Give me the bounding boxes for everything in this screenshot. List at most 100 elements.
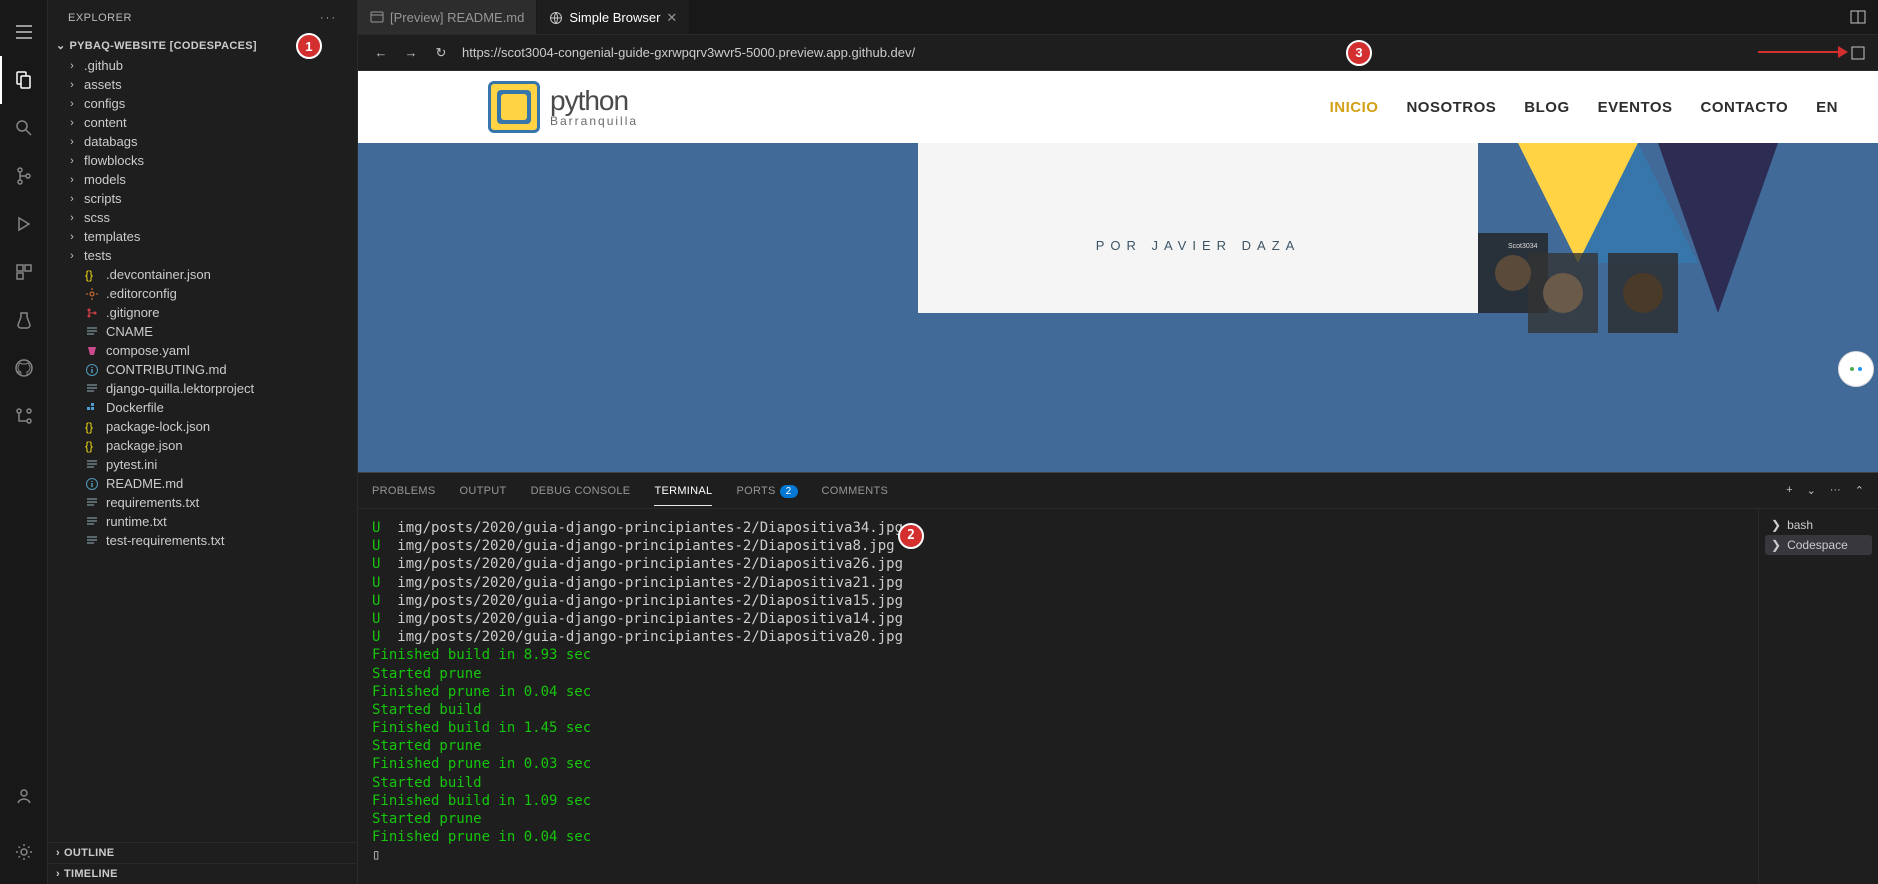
- nav-en[interactable]: EN: [1816, 99, 1838, 116]
- tab-ports[interactable]: PORTS2: [736, 485, 797, 497]
- explorer-title: EXPLORER: [68, 12, 132, 24]
- python-logo-icon: [488, 81, 540, 133]
- file-django-quilla.lektorproject[interactable]: django-quilla.lektorproject: [58, 379, 357, 398]
- folder-.github[interactable]: ›.github: [58, 56, 357, 75]
- ports-badge: 2: [780, 485, 798, 498]
- folder-scss[interactable]: ›scss: [58, 208, 357, 227]
- browser-toolbar: ← → ↻ https://scot3004-congenial-guide-g…: [358, 35, 1878, 71]
- lines-icon: [84, 382, 100, 396]
- tab-debug-console[interactable]: DEBUG CONSOLE: [531, 485, 631, 497]
- terminal-cursor: ▯: [372, 846, 1744, 864]
- svg-text:{}: {}: [85, 268, 93, 282]
- tab-comments[interactable]: COMMENTS: [822, 485, 889, 497]
- folder-flowblocks[interactable]: ›flowblocks: [58, 151, 357, 170]
- source-control-icon[interactable]: [0, 152, 48, 200]
- terminal-maximize-icon[interactable]: ⌃: [1855, 484, 1864, 497]
- outline-section[interactable]: ›OUTLINE: [48, 842, 357, 863]
- bottom-panel: PROBLEMS OUTPUT DEBUG CONSOLE TERMINAL P…: [358, 472, 1878, 884]
- run-debug-icon[interactable]: [0, 200, 48, 248]
- chevron-right-icon: ›: [66, 60, 78, 72]
- terminal-line: U img/posts/2020/guia-django-principiant…: [372, 610, 1744, 628]
- file-runtime.txt[interactable]: runtime.txt: [58, 512, 357, 531]
- settings-gear-icon[interactable]: [0, 828, 48, 876]
- tab-simple-browser[interactable]: Simple Browser ✕: [537, 0, 690, 34]
- reload-icon[interactable]: ↻: [432, 45, 450, 61]
- lines-icon: [84, 325, 100, 339]
- file-.devcontainer.json[interactable]: {}.devcontainer.json: [58, 265, 357, 284]
- file-pytest.ini[interactable]: pytest.ini: [58, 455, 357, 474]
- folder-configs[interactable]: ›configs: [58, 94, 357, 113]
- back-icon[interactable]: ←: [372, 45, 390, 60]
- extensions-icon[interactable]: [0, 248, 48, 296]
- terminal-item-bash[interactable]: ❯bash: [1765, 515, 1872, 535]
- folder-templates[interactable]: ›templates: [58, 227, 357, 246]
- folder-models[interactable]: ›models: [58, 170, 357, 189]
- file-.editorconfig[interactable]: .editorconfig: [58, 284, 357, 303]
- forward-icon[interactable]: →: [402, 45, 420, 60]
- file-requirements.txt[interactable]: requirements.txt: [58, 493, 357, 512]
- file-package.json[interactable]: {}package.json: [58, 436, 357, 455]
- folder-content[interactable]: ›content: [58, 113, 357, 132]
- split-editor-icon[interactable]: [1850, 9, 1866, 25]
- file-.gitignore[interactable]: .gitignore: [58, 303, 357, 322]
- more-icon[interactable]: ···: [320, 12, 337, 24]
- braces-icon: {}: [84, 420, 100, 434]
- terminal-line: U img/posts/2020/guia-django-principiant…: [372, 555, 1744, 573]
- terminal-more-icon[interactable]: ···: [1830, 484, 1841, 497]
- tab-terminal[interactable]: TERMINAL: [654, 485, 712, 506]
- new-terminal-icon[interactable]: +: [1786, 484, 1792, 497]
- timeline-section[interactable]: ›TIMELINE: [48, 863, 357, 884]
- search-icon[interactable]: [0, 104, 48, 152]
- info-icon: [84, 477, 100, 491]
- folder-scripts[interactable]: ›scripts: [58, 189, 357, 208]
- open-external-icon[interactable]: [1850, 45, 1866, 61]
- chevron-right-icon: ›: [66, 98, 78, 110]
- terminal-line: U img/posts/2020/guia-django-principiant…: [372, 628, 1744, 646]
- explorer-icon[interactable]: [0, 56, 48, 104]
- git-icon: [84, 306, 100, 320]
- logo-text-main: python: [550, 87, 638, 115]
- floating-help-icon[interactable]: [1838, 351, 1874, 387]
- folder-databags[interactable]: ›databags: [58, 132, 357, 151]
- nav-nosotros[interactable]: NOSOTROS: [1406, 99, 1496, 116]
- file-test-requirements.txt[interactable]: test-requirements.txt: [58, 531, 357, 550]
- tab-output[interactable]: OUTPUT: [460, 485, 507, 497]
- url-bar[interactable]: https://scot3004-congenial-guide-gxrwpqr…: [462, 45, 1330, 60]
- account-icon[interactable]: [0, 772, 48, 820]
- project-header[interactable]: ⌄ PYBAQ-WEBSITE [CODESPACES] 1: [48, 35, 357, 56]
- site-logo[interactable]: python Barranquilla: [488, 81, 638, 133]
- nav-blog[interactable]: BLOG: [1524, 99, 1569, 116]
- file-Dockerfile[interactable]: Dockerfile: [58, 398, 357, 417]
- file-README.md[interactable]: README.md: [58, 474, 357, 493]
- preview-icon: [370, 10, 384, 24]
- nav-inicio[interactable]: INICIO: [1330, 99, 1379, 116]
- braces-icon: {}: [84, 268, 100, 282]
- terminal-dropdown-icon[interactable]: ⌄: [1807, 484, 1816, 497]
- github-icon[interactable]: [0, 344, 48, 392]
- lines-icon: [84, 515, 100, 529]
- file-package-lock.json[interactable]: {}package-lock.json: [58, 417, 357, 436]
- red-arrow-annotation: [1758, 51, 1838, 53]
- callout-2: 2: [898, 523, 924, 549]
- git-graph-icon[interactable]: [0, 392, 48, 440]
- menu-icon[interactable]: [0, 8, 48, 56]
- close-icon[interactable]: ✕: [666, 10, 677, 26]
- terminal-output[interactable]: 2 U img/posts/2020/guia-django-principia…: [358, 509, 1758, 884]
- nav-contacto[interactable]: CONTACTO: [1701, 99, 1789, 116]
- tab-preview-readme[interactable]: [Preview] README.md: [358, 0, 537, 34]
- folder-tests[interactable]: ›tests: [58, 246, 357, 265]
- chevron-right-icon: ›: [66, 174, 78, 186]
- explorer-sidebar: EXPLORER ··· ⌄ PYBAQ-WEBSITE [CODESPACES…: [48, 0, 358, 884]
- editor-tabs: [Preview] README.md Simple Browser ✕: [358, 0, 1878, 35]
- file-CNAME[interactable]: CNAME: [58, 322, 357, 341]
- file-CONTRIBUTING.md[interactable]: CONTRIBUTING.md: [58, 360, 357, 379]
- chevron-right-icon: ›: [66, 155, 78, 167]
- tab-problems[interactable]: PROBLEMS: [372, 485, 436, 497]
- file-compose.yaml[interactable]: compose.yaml: [58, 341, 357, 360]
- folder-assets[interactable]: ›assets: [58, 75, 357, 94]
- terminal-item-codespace[interactable]: ❯Codespace: [1765, 535, 1872, 555]
- gear-icon: [84, 287, 100, 301]
- terminal-line: Finished build in 1.09 sec: [372, 792, 1744, 810]
- testing-icon[interactable]: [0, 296, 48, 344]
- nav-eventos[interactable]: EVENTOS: [1598, 99, 1673, 116]
